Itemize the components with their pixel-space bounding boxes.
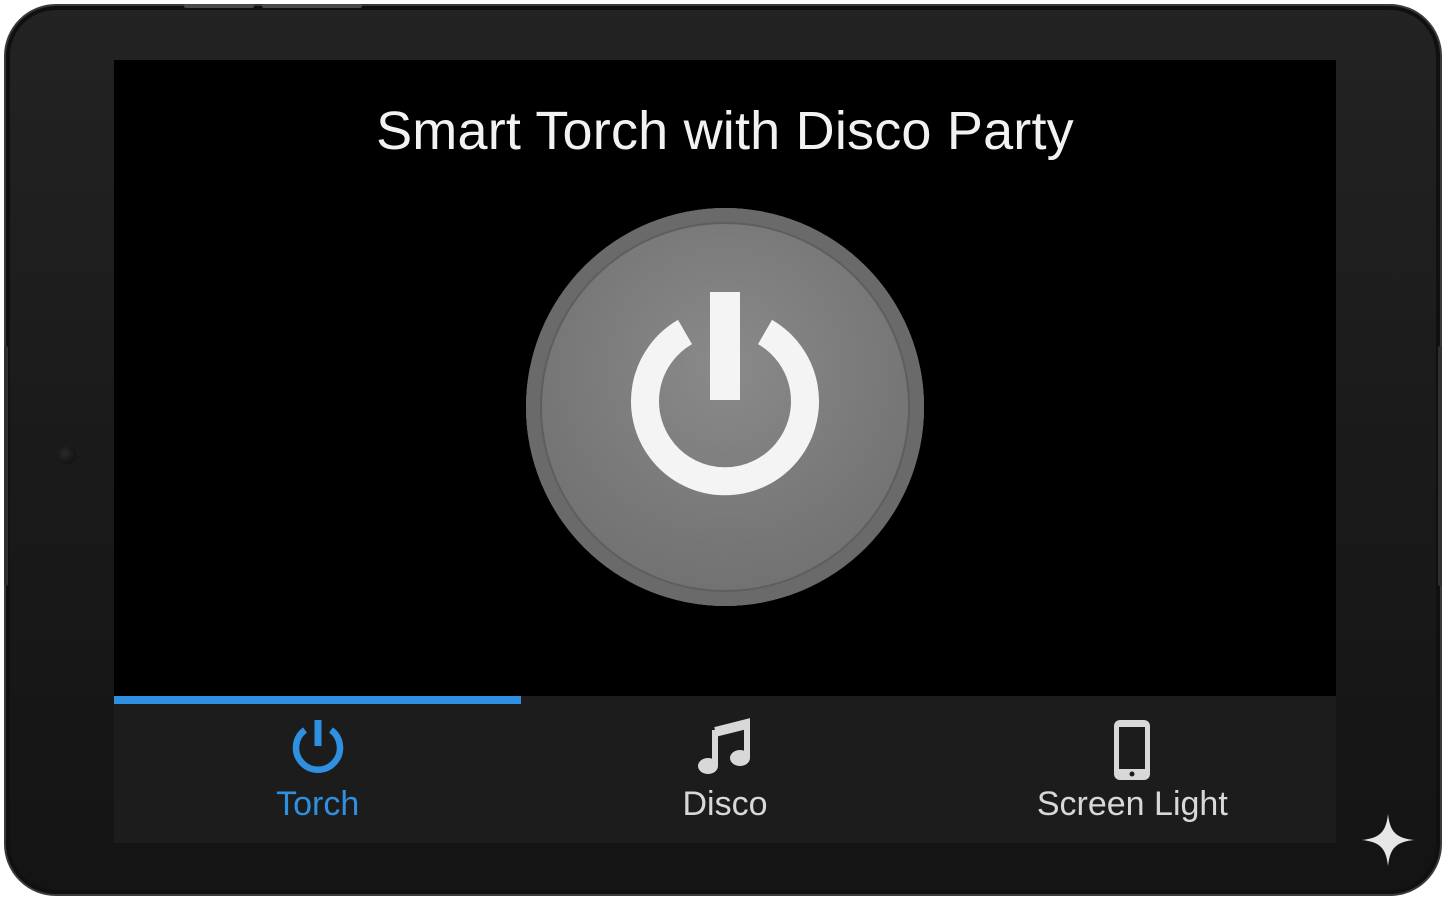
side-edge-left [4,346,8,586]
tab-torch[interactable]: Torch [114,696,521,843]
sparkle-icon [1362,814,1414,866]
tab-label: Disco [682,785,768,823]
music-note-icon [697,718,750,774]
tab-disco[interactable]: Disco [521,696,928,843]
volume-button [184,4,254,8]
front-camera [58,446,76,464]
phone-icon [1114,720,1151,780]
side-edge-right [1438,346,1442,586]
bottom-tab-bar: Torch Disco Screen Light [114,696,1336,843]
tab-screen-light[interactable]: Screen Light [929,696,1336,843]
power-hardware-button [262,4,362,8]
power-icon [292,720,343,773]
tab-label: Torch [276,785,360,823]
app-screen: Smart Torch with Disco Party Torch Disco [114,60,1336,843]
tab-label: Screen Light [1036,785,1228,823]
power-icon [631,292,819,496]
torch-power-button[interactable] [526,208,924,606]
app-title: Smart Torch with Disco Party [376,101,1074,161]
